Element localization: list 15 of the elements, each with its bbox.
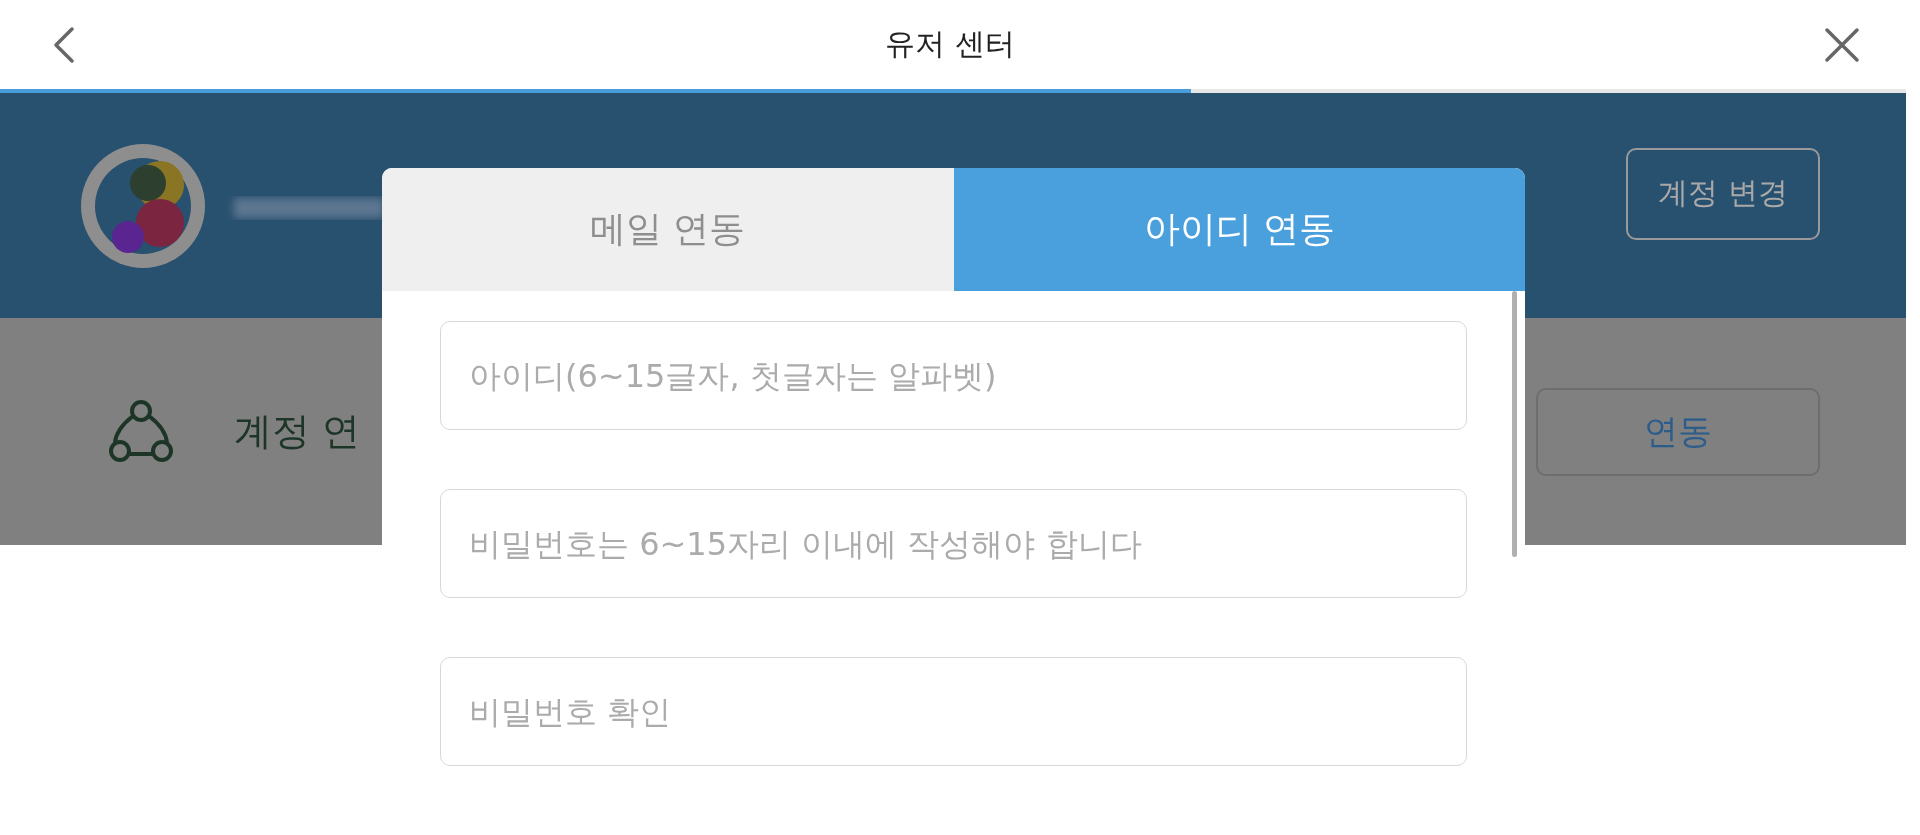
link-button[interactable]: 연동 (1536, 387, 1820, 476)
back-button[interactable] (52, 25, 76, 64)
dialog-tab[interactable]: 아이디 연동 (953, 168, 1525, 291)
input-field[interactable]: 비밀번호는 6~15자리 이내에 작성해야 합니다 (440, 489, 1467, 598)
close-button[interactable] (1824, 26, 1860, 63)
input-field[interactable]: 비밀번호 확인 (440, 657, 1467, 766)
close-icon (1824, 26, 1860, 63)
back-icon (52, 25, 76, 64)
page-title: 유저 센터 (885, 25, 1015, 63)
change-account-button[interactable]: 계정 변경 (1626, 147, 1820, 240)
input-field[interactable]: 아이디(6~15글자, 첫글자는 알파벳) (440, 321, 1467, 430)
account-link-label: 계정 연 (234, 408, 361, 455)
link-icon (108, 398, 174, 465)
scrollbar[interactable] (1512, 291, 1517, 557)
dialog-tab[interactable]: 메일 연동 (382, 168, 954, 291)
